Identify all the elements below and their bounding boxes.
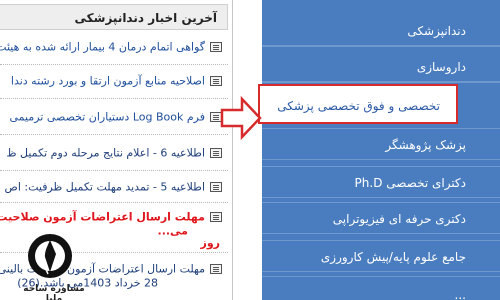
menu-divider xyxy=(262,166,500,167)
pointer-arrow-icon xyxy=(220,96,262,140)
menu-item-specialty-medicine[interactable]: تخصصی و فوق تخصصی پزشکی xyxy=(258,84,458,124)
menu-divider xyxy=(262,82,500,83)
news-item[interactable]: اصلاحیه منابع آزمون ارتقا و بورد رشته دن… xyxy=(0,74,222,88)
news-item[interactable]: فرم Log Book دستیاران تخصصی ترمیمی xyxy=(0,110,222,124)
menu-item-physician-researcher[interactable]: پزشک پژوهشگر xyxy=(262,130,500,160)
news-item[interactable]: اطلاعیه 5 - تمدید مهلت تکمیل ظرفیت: اص xyxy=(0,180,222,194)
news-document-icon xyxy=(210,212,222,222)
news-document-icon xyxy=(210,182,222,192)
menu-item-dentistry[interactable]: دندانپزشکی xyxy=(262,16,500,46)
menu-divider xyxy=(262,240,500,241)
news-item-alert[interactable]: مهلت ارسال اعتراضات آزمون صلاحیت xyxy=(0,210,222,224)
menu-item-physiotherapy[interactable]: دکتری حرفه ای فیزیوتراپی xyxy=(262,204,500,234)
menu-divider xyxy=(262,128,500,129)
news-document-icon xyxy=(210,42,222,52)
divider xyxy=(0,64,228,66)
menu-item-basic-sciences[interactable]: جامع علوم پایه/پیش کارورزی xyxy=(262,242,500,272)
menu-divider xyxy=(262,276,500,277)
menu-divider xyxy=(262,202,500,203)
news-document-icon xyxy=(210,148,222,158)
divider xyxy=(0,170,228,172)
divider xyxy=(0,202,228,204)
menu-item-phd[interactable]: دکترای تخصصی Ph.D xyxy=(262,168,500,198)
menu-item-pharmacy[interactable]: داروسازی xyxy=(262,52,500,82)
divider xyxy=(0,98,228,100)
news-item[interactable]: اطلاعیه 6 - اعلام نتایج مرحله دوم تکمیل … xyxy=(0,146,222,160)
news-document-icon xyxy=(210,76,222,86)
menu-divider xyxy=(262,46,500,47)
news-document-icon xyxy=(210,264,222,274)
news-item[interactable]: گواهی اتمام درمان 4 بیمار ارائه شده به ه… xyxy=(0,40,222,54)
menu-item-more[interactable]: ... xyxy=(262,280,500,300)
news-panel-title: آخرین اخبار دندانپزشکی xyxy=(0,4,228,30)
divider xyxy=(0,134,228,136)
screenshot-frame: آخرین اخبار دندانپزشکی گواهی اتمام درمان… xyxy=(0,0,500,300)
watermark-text: مشاوره ساحه ملیا xyxy=(23,284,85,300)
